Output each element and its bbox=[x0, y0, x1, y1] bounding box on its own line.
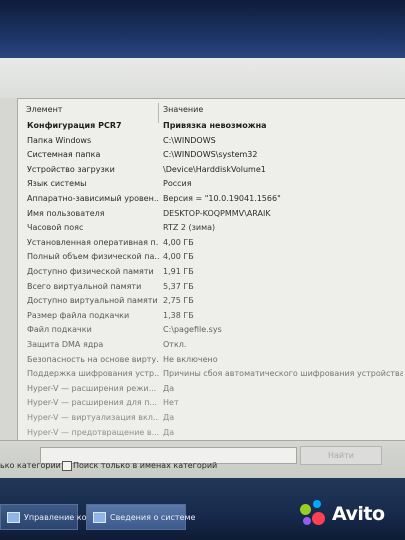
list-item[interactable]: Hyper-V — расширения для п... Нет bbox=[18, 398, 405, 411]
list-item-value: Не включено bbox=[163, 354, 218, 364]
list-item[interactable]: Доступно физической памяти 1,91 ГБ bbox=[18, 267, 405, 280]
list-item-value: Версия = "10.0.19041.1566" bbox=[163, 194, 281, 203]
avito-logo-dot-green bbox=[300, 504, 311, 515]
search-names-checkbox[interactable] bbox=[62, 461, 72, 471]
list-item[interactable]: Защита DMA ядра Откл. bbox=[18, 340, 405, 353]
list-item-name: Hyper-V — расширения для п... bbox=[27, 398, 158, 408]
column-divider[interactable] bbox=[158, 103, 159, 123]
list-item-value: Да bbox=[163, 413, 175, 422]
list-item[interactable]: Поддержка шифрования устр... Причины сбоя… bbox=[18, 369, 405, 382]
computer-management-icon bbox=[7, 512, 20, 523]
list-item-value: C:\WINDOWS\system32 bbox=[163, 150, 258, 160]
list-item[interactable]: Часовой пояс RTZ 2 (зима) bbox=[18, 223, 405, 236]
list-item[interactable]: Системная папка C:\WINDOWS\system32 bbox=[18, 150, 405, 163]
list-item-value: 2,75 ГБ bbox=[163, 296, 194, 306]
list-item-name: Файл подкачки bbox=[27, 325, 92, 335]
taskbar-item-computer-management[interactable]: Управление комп... bbox=[0, 504, 105, 530]
system-info-icon bbox=[93, 512, 106, 523]
avito-logo-dot-red bbox=[312, 512, 325, 525]
taskbar-item-label: Сведения о системе bbox=[110, 513, 196, 522]
list-item[interactable]: Конфигурация PCR7 Привязка невозможна bbox=[18, 121, 405, 134]
avito-watermark: Avito bbox=[300, 500, 395, 530]
toolbar-strip bbox=[0, 58, 405, 98]
taskbar: Управление комп... Сведения о системе Av… bbox=[0, 478, 405, 540]
list-item-name: Hyper-V — расширения режи... bbox=[27, 383, 157, 393]
categories-only-label: ько категории bbox=[0, 461, 61, 470]
list-item[interactable]: Доступно виртуальной памяти 2,75 ГБ bbox=[18, 296, 405, 309]
list-item[interactable]: Всего виртуальной памяти 5,37 ГБ bbox=[18, 282, 405, 295]
list-item-value: Причины сбоя автоматического шифрования … bbox=[163, 369, 403, 379]
list-header: Элемент Значение bbox=[18, 105, 405, 121]
list-item[interactable]: Hyper-V — расширения режи... Да bbox=[18, 384, 405, 397]
list-item-name: Полный объем физической па... bbox=[27, 252, 159, 262]
list-item-name: Hyper-V — виртуализация вкл... bbox=[27, 413, 159, 422]
avito-logo-dot-blue bbox=[313, 500, 321, 508]
avito-logo-dot-purple bbox=[303, 517, 311, 525]
list-item-name: Безопасность на основе вирту... bbox=[27, 354, 159, 364]
list-item[interactable]: Установленная оперативная п... 4,00 ГБ bbox=[18, 238, 405, 251]
list-item-name: Язык системы bbox=[27, 179, 87, 189]
search-names-label: Поиск только в именах категорий bbox=[73, 461, 218, 470]
details-list: Элемент Значение Конфигурация PCR7 Привяз… bbox=[17, 98, 405, 492]
list-item-name: Hyper-V — предотвращение в... bbox=[27, 427, 159, 437]
list-item[interactable]: Имя пользователя DESKTOP-KOQPMMV\ARAIK bbox=[18, 209, 405, 222]
monitor-bezel bbox=[0, 0, 405, 62]
list-item-value: Да bbox=[163, 383, 175, 393]
list-item-value: 1,91 ГБ bbox=[163, 267, 194, 276]
list-item-value: 4,00 ГБ bbox=[163, 252, 194, 262]
list-item[interactable]: Аппаратно-зависимый уровен... Версия = "1… bbox=[18, 194, 405, 207]
list-item-name: Защита DMA ядра bbox=[27, 340, 104, 349]
list-item[interactable]: Hyper-V — виртуализация вкл... Да bbox=[18, 413, 405, 426]
list-item-name: Доступно виртуальной памяти bbox=[27, 296, 158, 306]
list-item-name: Размер файла подкачки bbox=[27, 310, 130, 320]
list-item-value: 5,37 ГБ bbox=[163, 281, 194, 291]
list-item-value: 1,38 ГБ bbox=[163, 310, 194, 320]
list-item-value: C:\WINDOWS bbox=[163, 135, 216, 145]
list-item[interactable]: Безопасность на основе вирту... Не включе… bbox=[18, 355, 405, 368]
column-header-element[interactable]: Элемент bbox=[26, 105, 62, 114]
list-item-name: Системная папка bbox=[27, 150, 101, 160]
list-item-name: Устройство загрузки bbox=[27, 164, 115, 174]
list-item-name: Установленная оперативная п... bbox=[27, 237, 159, 247]
list-item-name: Поддержка шифрования устр... bbox=[27, 369, 159, 379]
list-item-name: Папка Windows bbox=[27, 135, 92, 145]
list-item-value: RTZ 2 (зима) bbox=[163, 223, 216, 233]
list-item-value: Нет bbox=[163, 398, 179, 408]
list-item[interactable]: Язык системы Россия bbox=[18, 179, 405, 192]
list-item-value: Россия bbox=[163, 179, 192, 189]
list-item-value: Откл. bbox=[163, 340, 187, 349]
list-item[interactable]: Файл подкачки C:\pagefile.sys bbox=[18, 325, 405, 338]
list-item-value: DESKTOP-KOQPMMV\ARAIK bbox=[163, 208, 271, 218]
list-item-name: Всего виртуальной памяти bbox=[27, 281, 142, 291]
category-tree-edge bbox=[0, 98, 17, 491]
list-item[interactable]: Папка Windows C:\WINDOWS bbox=[18, 136, 405, 149]
list-item-value: 4,00 ГБ bbox=[163, 237, 194, 247]
list-item-name: Аппаратно-зависимый уровен... bbox=[27, 194, 159, 203]
list-item[interactable]: Hyper-V — предотвращение в... Да bbox=[18, 428, 405, 441]
system-info-window: Элемент Значение Конфигурация PCR7 Привяз… bbox=[0, 58, 405, 492]
avito-wordmark: Avito bbox=[332, 503, 385, 525]
list-item-value: \Device\HarddiskVolume1 bbox=[163, 164, 266, 174]
list-item[interactable]: Размер файла подкачки 1,38 ГБ bbox=[18, 311, 405, 324]
list-item-value: C:\pagefile.sys bbox=[163, 325, 222, 335]
list-item-name: Имя пользователя bbox=[27, 208, 105, 218]
find-button[interactable]: Найти bbox=[300, 446, 382, 465]
list-item-value: Да bbox=[163, 427, 175, 437]
taskbar-item-system-info[interactable]: Сведения о системе bbox=[86, 504, 195, 530]
column-header-value[interactable]: Значение bbox=[163, 105, 203, 114]
list-item[interactable]: Полный объем физической па... 4,00 ГБ bbox=[18, 252, 405, 265]
list-item-name: Часовой пояс bbox=[27, 223, 84, 233]
search-bar: Найти ько категории Поиск только в имена… bbox=[0, 440, 405, 479]
list-item-name: Конфигурация PCR7 bbox=[27, 121, 122, 130]
list-item[interactable]: Устройство загрузки \Device\HarddiskVolum… bbox=[18, 165, 405, 178]
list-item-value: Привязка невозможна bbox=[163, 121, 267, 130]
list-item-name: Доступно физической памяти bbox=[27, 267, 154, 276]
